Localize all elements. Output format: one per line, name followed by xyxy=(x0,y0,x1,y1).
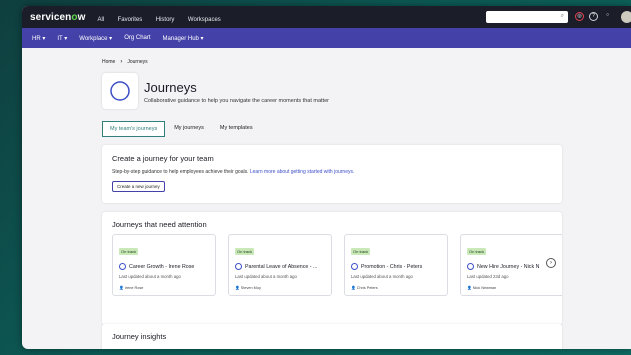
subnav-workplace[interactable]: Workplace ▾ xyxy=(79,35,112,42)
compass-icon xyxy=(102,73,138,109)
breadcrumb-home[interactable]: Home xyxy=(102,59,115,65)
journey-card-owner: 👤 Irene Rose xyxy=(119,286,144,290)
tab-my-journeys[interactable]: My journeys xyxy=(167,121,211,137)
journey-card-updated: Last updated about a month ago xyxy=(119,274,181,279)
journey-card[interactable]: On track Promotion - Chris - Peters Last… xyxy=(344,234,448,296)
help-icon[interactable]: ? xyxy=(589,12,598,21)
logo-text-b: w xyxy=(77,11,86,23)
journey-card-title-text: New Hire Journey - Nick N xyxy=(477,263,540,270)
search-icon: ⌕ xyxy=(560,13,564,19)
top-bar: servicenow All Favorites History Workspa… xyxy=(22,6,631,28)
nav-workspaces[interactable]: Workspaces xyxy=(188,17,221,23)
journey-card-title: New Hire Journey - Nick N xyxy=(467,263,557,270)
scope-icon[interactable]: ◎ xyxy=(575,12,584,21)
compass-icon xyxy=(119,263,126,270)
journey-card-owner: 👤 Steven Moy xyxy=(235,286,261,290)
subnav-manager-hub[interactable]: Manager Hub ▾ xyxy=(163,35,204,42)
top-nav: All Favorites History Workspaces xyxy=(98,8,230,26)
compass-icon xyxy=(467,263,474,270)
journey-card-title-text: Career Growth - Irene Rose xyxy=(129,263,195,270)
attention-card: Journeys that need attention On track Ca… xyxy=(102,212,562,325)
journey-card-owner-name: Steven Moy xyxy=(240,286,261,290)
nav-all[interactable]: All xyxy=(98,17,105,23)
insights-card: Journey insights xyxy=(102,324,562,349)
status-badge: On track xyxy=(235,248,255,255)
create-journey-card: Create a journey for your team Step-by-s… xyxy=(102,145,562,203)
status-badge: On track xyxy=(351,248,371,255)
create-journey-button[interactable]: Create a new journey xyxy=(112,181,165,192)
breadcrumb: Home › Journeys xyxy=(102,59,148,65)
page-subtitle: Collaborative guidance to help you navig… xyxy=(144,98,329,104)
status-badge: On track xyxy=(119,248,139,255)
journey-card-owner: 👤 Chris Peters xyxy=(351,286,378,290)
create-card-title: Create a journey for your team xyxy=(112,154,214,163)
journey-card-owner-name: Chris Peters xyxy=(356,286,378,290)
create-card-desc: Step-by-step guidance to help employees … xyxy=(112,169,552,175)
logo-text-a: servicen xyxy=(30,11,72,23)
journey-card-title-text: Promotion - Chris - Peters xyxy=(361,263,423,270)
create-card-desc-text: Step-by-step guidance to help employees … xyxy=(112,169,249,175)
nav-history[interactable]: History xyxy=(156,17,175,23)
subnav-it[interactable]: IT ▾ xyxy=(57,35,67,42)
attention-title: Journeys that need attention xyxy=(112,220,207,229)
journey-card[interactable]: On track Parental Leave of Absence - ...… xyxy=(228,234,332,296)
journey-card-title: Promotion - Chris - Peters xyxy=(351,263,441,270)
search-input[interactable]: ⌕ xyxy=(486,11,568,23)
journey-card-owner: 👤 Nick Newman xyxy=(467,286,497,290)
browser-window: servicenow All Favorites History Workspa… xyxy=(22,6,631,349)
journey-card-updated: Last updated 23d ago xyxy=(467,274,509,279)
compass-icon xyxy=(351,263,358,270)
chevron-right-icon: › xyxy=(120,59,123,65)
avatar[interactable] xyxy=(621,11,631,23)
status-badge: On track xyxy=(467,248,487,255)
learn-more-link[interactable]: Learn more about getting started with jo… xyxy=(250,169,355,175)
servicenow-logo[interactable]: servicenow xyxy=(30,12,86,23)
journey-card-title: Career Growth - Irene Rose xyxy=(119,263,209,270)
tab-my-templates[interactable]: My templates xyxy=(213,121,260,137)
chevron-right-icon[interactable]: › xyxy=(546,258,556,268)
journey-card-title-text: Parental Leave of Absence - ... xyxy=(245,263,318,270)
journey-card-title: Parental Leave of Absence - ... xyxy=(235,263,325,270)
breadcrumb-current: Journeys xyxy=(127,59,148,65)
sub-nav: HR ▾ IT ▾ Workplace ▾ Org Chart Manager … xyxy=(22,28,631,48)
insights-title: Journey insights xyxy=(112,332,167,341)
journey-card-owner-name: Irene Rose xyxy=(124,286,144,290)
journey-card[interactable]: On track Career Growth - Irene Rose Last… xyxy=(112,234,216,296)
nav-favorites[interactable]: Favorites xyxy=(118,17,143,23)
tab-my-teams-journeys[interactable]: My team's journeys xyxy=(102,121,166,137)
journey-card-updated: Last updated about a month ago xyxy=(235,274,297,279)
notification-icon[interactable]: ○ xyxy=(603,12,612,21)
subnav-hr[interactable]: HR ▾ xyxy=(32,35,45,42)
journey-card-list: On track Career Growth - Irene Rose Last… xyxy=(112,234,562,304)
journey-card-owner-name: Nick Newman xyxy=(472,286,497,290)
main-content: Home › Journeys Journeys Collaborative gui… xyxy=(22,48,631,349)
page-title: Journeys xyxy=(144,80,197,95)
journey-card-updated: Last updated about a month ago xyxy=(351,274,413,279)
subnav-org-chart[interactable]: Org Chart xyxy=(124,35,150,41)
compass-icon xyxy=(235,263,242,270)
tab-bar: My team's journeys My journeys My templa… xyxy=(102,121,262,137)
